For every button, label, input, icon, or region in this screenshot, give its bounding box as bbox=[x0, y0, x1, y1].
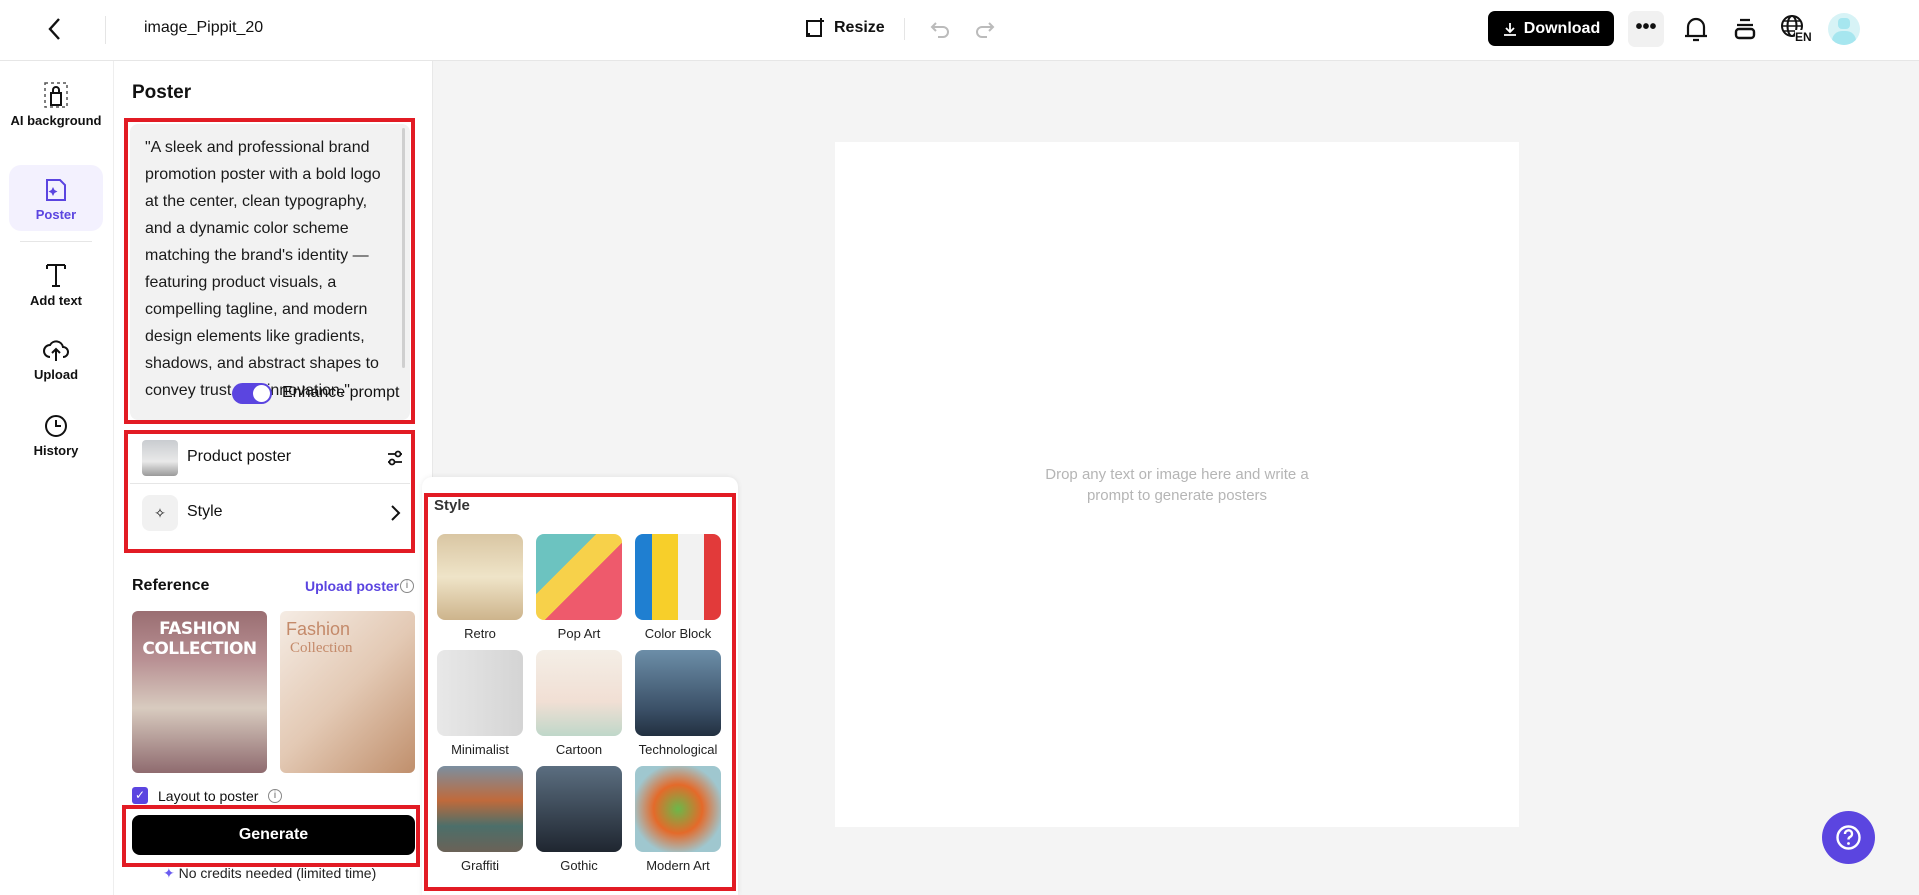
poster-icon bbox=[46, 179, 66, 201]
style-option-label: Modern Art bbox=[646, 858, 710, 873]
poster-panel: Poster "A sleek and professional brand p… bbox=[114, 61, 433, 895]
rail-item-poster[interactable]: Poster bbox=[9, 165, 103, 231]
language-badge: EN bbox=[1795, 30, 1812, 44]
rail-item-label: Upload bbox=[33, 367, 79, 382]
style-option-label: Graffiti bbox=[460, 858, 500, 873]
redo-icon[interactable] bbox=[973, 17, 997, 41]
language-button[interactable]: EN bbox=[1780, 14, 1814, 46]
rail-item-label: Poster bbox=[35, 207, 77, 222]
prompt-textarea[interactable]: "A sleek and professional brand promotio… bbox=[145, 134, 395, 404]
ref-text: Fashion bbox=[286, 619, 351, 639]
history-icon bbox=[45, 415, 67, 437]
style-option-gothic[interactable] bbox=[536, 766, 622, 852]
style-option-label: Retro bbox=[464, 626, 496, 641]
enhance-prompt-label: Enhance prompt bbox=[282, 384, 400, 401]
ref-text: FASHION bbox=[159, 619, 240, 639]
style-option-technological[interactable] bbox=[635, 650, 721, 736]
layout-checkbox[interactable]: ✓ bbox=[132, 787, 148, 804]
back-button[interactable] bbox=[40, 14, 70, 44]
style-option-label: Technological bbox=[638, 742, 718, 757]
rail-item-ai-background[interactable]: AI background bbox=[9, 79, 103, 153]
layout-to-poster-label: Layout to poster bbox=[158, 788, 259, 804]
divider bbox=[904, 18, 905, 40]
download-button[interactable]: Download bbox=[1488, 11, 1614, 46]
info-icon[interactable]: i bbox=[400, 579, 414, 593]
tool-rail: AI background Poster Add text Upload His… bbox=[0, 61, 114, 895]
style-option-color-block[interactable] bbox=[635, 534, 721, 620]
resize-icon bbox=[806, 18, 824, 37]
enhance-prompt-toggle[interactable] bbox=[232, 383, 272, 404]
sliders-icon[interactable] bbox=[386, 448, 404, 468]
panel-title: Poster bbox=[132, 82, 192, 103]
scrollbar[interactable] bbox=[402, 128, 405, 368]
style-option-pop-art[interactable] bbox=[536, 534, 622, 620]
ai-background-icon bbox=[44, 82, 68, 108]
style-option-graffiti[interactable] bbox=[437, 766, 523, 852]
resize-button[interactable]: Resize bbox=[804, 16, 885, 40]
download-label: Download bbox=[1523, 19, 1601, 37]
style-option-label: Color Block bbox=[644, 626, 712, 641]
rail-item-add-text[interactable]: Add text bbox=[9, 261, 103, 317]
top-bar: image_Pippit_20 Resize Download ••• EN bbox=[0, 0, 1919, 61]
style-label: Style bbox=[187, 503, 223, 520]
rail-item-upload[interactable]: Upload bbox=[9, 337, 103, 393]
reference-label: Reference bbox=[132, 577, 210, 594]
text-icon bbox=[46, 264, 66, 287]
layers-icon[interactable] bbox=[1732, 16, 1758, 42]
product-poster-label: Product poster bbox=[187, 448, 292, 465]
rail-item-label: AI background bbox=[10, 113, 102, 128]
resize-label: Resize bbox=[834, 19, 885, 36]
rail-item-label: Add text bbox=[30, 293, 82, 308]
style-option-modern-art[interactable] bbox=[635, 766, 721, 852]
style-popover-title: Style bbox=[434, 497, 470, 514]
sparkle-icon: ✦ bbox=[163, 865, 175, 881]
divider bbox=[20, 241, 92, 242]
style-option-cartoon[interactable] bbox=[536, 650, 622, 736]
help-button[interactable] bbox=[1822, 811, 1875, 864]
prompt-box: "A sleek and professional brand promotio… bbox=[130, 124, 410, 420]
chevron-right-icon bbox=[391, 505, 401, 521]
poster-canvas[interactable]: Drop any text or image here and write a … bbox=[835, 142, 1519, 827]
rail-item-history[interactable]: History bbox=[9, 413, 103, 469]
ref-text: Collection bbox=[290, 640, 353, 656]
style-option-label: Minimalist bbox=[451, 742, 509, 757]
style-option-minimalist[interactable] bbox=[437, 650, 523, 736]
download-icon bbox=[1503, 22, 1516, 36]
more-icon: ••• bbox=[1635, 16, 1657, 38]
style-option-label: Pop Art bbox=[557, 626, 601, 641]
avatar[interactable] bbox=[1828, 13, 1860, 45]
bell-icon[interactable] bbox=[1682, 14, 1710, 44]
question-icon bbox=[1836, 825, 1861, 850]
info-icon[interactable]: i bbox=[268, 789, 282, 803]
reference-thumbnail[interactable]: Fashion Collection bbox=[280, 611, 415, 773]
sparkle-icon: ✧ bbox=[142, 495, 178, 531]
undo-icon[interactable] bbox=[928, 17, 952, 41]
reference-thumbnail[interactable]: FASHION COLLECTION bbox=[132, 611, 267, 773]
canvas-hint: Drop any text or image here and write a … bbox=[1045, 466, 1309, 504]
style-option-label: Cartoon bbox=[555, 742, 603, 757]
style-row[interactable]: ✧ Style bbox=[130, 491, 410, 547]
upload-icon bbox=[43, 340, 69, 361]
style-popover: Style Retro Pop Art Color Block Minimalist C… bbox=[422, 477, 738, 895]
chevron-left-icon bbox=[48, 18, 60, 40]
product-poster-row[interactable]: Product poster bbox=[130, 436, 410, 484]
more-button[interactable]: ••• bbox=[1628, 11, 1664, 47]
file-title[interactable]: image_Pippit_20 bbox=[144, 19, 263, 37]
rail-item-label: History bbox=[33, 443, 79, 458]
divider bbox=[105, 16, 106, 44]
credits-note: No credits needed (limited time) bbox=[178, 865, 377, 881]
product-thumbnail bbox=[142, 440, 178, 476]
upload-poster-link[interactable]: Upload poster bbox=[305, 578, 399, 594]
style-option-label: Gothic bbox=[560, 858, 598, 873]
ref-text: COLLECTION bbox=[142, 639, 257, 659]
style-option-retro[interactable] bbox=[437, 534, 523, 620]
generate-button[interactable]: Generate bbox=[132, 815, 415, 855]
